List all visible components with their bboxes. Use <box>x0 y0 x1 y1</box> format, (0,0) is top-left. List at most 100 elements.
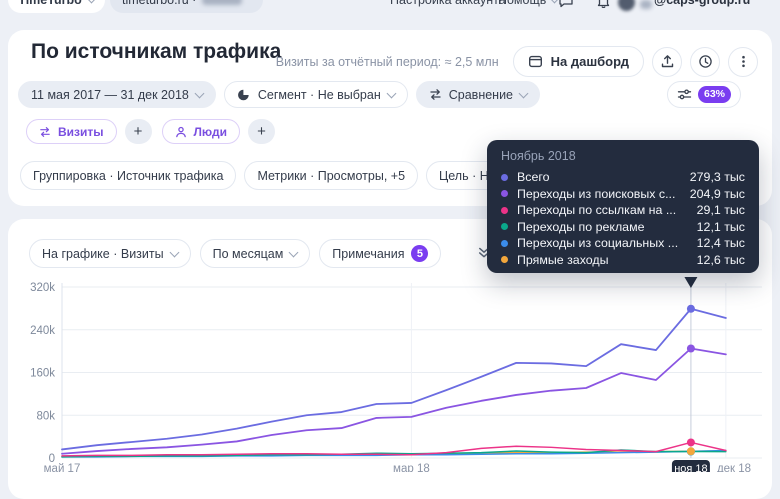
series-dot-links <box>501 207 508 214</box>
compare-selector[interactable]: Сравнение <box>416 81 540 108</box>
bell-icon[interactable] <box>596 0 611 8</box>
export-button[interactable] <box>652 47 682 77</box>
history-button[interactable] <box>690 47 720 77</box>
metrics-label: Метрики · Просмотры, +5 <box>257 169 405 183</box>
period-visits-note: Визиты за отчётный период: ≈ 2,5 млн <box>276 55 499 69</box>
visits-icon <box>39 126 51 138</box>
tooltip-row: Переходы из поисковых с... 204,9 тыс <box>501 186 745 203</box>
chevron-down-icon <box>86 0 96 3</box>
chevron-down-icon <box>169 247 179 257</box>
sampling-badge: 63% <box>698 86 731 103</box>
grouping-label: Группировка · Источник трафика <box>33 169 223 183</box>
svg-text:май 17: май 17 <box>44 463 81 472</box>
clock-icon <box>698 54 713 69</box>
series-value: 12,1 тыс <box>697 220 745 234</box>
sliders-icon <box>677 87 692 102</box>
series-dot-search <box>501 190 508 197</box>
counter-domain: timeturbo.ru · <box>122 0 196 7</box>
tab-visits-label: Визиты <box>58 125 104 139</box>
chevron-down-icon <box>519 88 529 98</box>
tooltip-row: Переходы по ссылкам на ... 29,1 тыс <box>501 202 745 219</box>
chevron-down-icon <box>386 88 396 98</box>
segment-selector[interactable]: Сегмент · Не выбран <box>224 81 408 108</box>
person-icon <box>175 126 187 138</box>
tab-people[interactable]: Люди <box>162 119 241 144</box>
chart-tooltip: Ноябрь 2018 Всего 279,3 тыс Переходы из … <box>487 140 759 273</box>
series-dot-ads <box>501 223 508 230</box>
series-label: Переходы по рекламе <box>517 220 689 234</box>
notes-count-badge: 5 <box>411 245 428 262</box>
series-label: Прямые заходы <box>517 253 689 267</box>
chevron-down-icon <box>289 247 299 257</box>
svg-text:320k: 320k <box>30 282 55 294</box>
counter-switcher-pill[interactable]: TimeTurbo <box>8 0 105 13</box>
tooltip-title: Ноябрь 2018 <box>501 148 745 164</box>
svg-text:240k: 240k <box>30 325 55 337</box>
traffic-line-chart[interactable]: 320k240k160k80k0май 17мар 18ноя 18дек 18 <box>0 275 780 472</box>
compare-arrows-icon <box>429 88 442 101</box>
series-label: Переходы по ссылкам на ... <box>517 203 689 217</box>
date-range-picker[interactable]: 11 мая 2017 — 31 дек 2018 <box>18 81 216 108</box>
dashboard-icon <box>528 54 543 69</box>
series-label: Переходы из поисковых с... <box>517 187 682 201</box>
to-dashboard-button[interactable]: На дашборд <box>513 46 644 77</box>
series-dot-social <box>501 240 508 247</box>
series-value: 279,3 тыс <box>690 170 745 184</box>
tooltip-row: Переходы по рекламе 12,1 тыс <box>501 219 745 236</box>
chart-controls-row: На графике · Визиты По месяцам Примечани… <box>29 239 441 268</box>
account-email[interactable]: @caps-group.ru <box>654 0 750 7</box>
help-label: Помощь <box>498 0 546 7</box>
tab-visits[interactable]: Визиты <box>26 119 117 144</box>
series-dot-total <box>501 174 508 181</box>
svg-text:ноя 18: ноя 18 <box>674 463 707 472</box>
granularity-label: По месяцам <box>213 247 284 261</box>
pie-segment-icon <box>237 88 251 102</box>
chevron-down-icon <box>194 88 204 98</box>
grouping-chip[interactable]: Группировка · Источник трафика <box>20 161 236 190</box>
tooltip-row: Всего 279,3 тыс <box>501 169 745 186</box>
series-value: 204,9 тыс <box>690 187 745 201</box>
series-dot-direct <box>501 256 508 263</box>
segment-label: Сегмент · Не выбран <box>258 88 381 102</box>
email-username-redacted <box>640 0 652 9</box>
svg-text:80k: 80k <box>36 410 55 422</box>
filters-row: 11 мая 2017 — 31 дек 2018 Сегмент · Не в… <box>18 81 540 108</box>
on-chart-label: На графике · Визиты <box>42 247 164 261</box>
upload-icon <box>660 54 675 69</box>
avatar[interactable] <box>618 0 635 11</box>
counter-id-redacted <box>202 0 242 5</box>
date-range-label: 11 мая 2017 — 31 дек 2018 <box>31 88 189 102</box>
series-label: Переходы из социальных ... <box>517 236 689 250</box>
to-dashboard-label: На дашборд <box>551 54 629 69</box>
notes-toggle[interactable]: Примечания 5 <box>319 239 441 268</box>
account-settings-link[interactable]: Настройка аккаунта <box>390 0 506 7</box>
granularity-selector[interactable]: По месяцам <box>200 239 311 268</box>
tab-people-label: Люди <box>194 125 228 139</box>
svg-text:дек 18: дек 18 <box>717 463 751 472</box>
add-visits-metric-button[interactable]: + <box>125 119 152 144</box>
tooltip-row: Прямые заходы 12,6 тыс <box>501 252 745 269</box>
counter-domain-pill[interactable]: timeturbo.ru · <box>110 0 263 13</box>
svg-text:мар 18: мар 18 <box>393 463 430 472</box>
series-value: 12,6 тыс <box>697 253 745 267</box>
help-menu[interactable]: Помощь <box>498 0 558 7</box>
notes-label: Примечания <box>332 247 404 261</box>
kebab-icon <box>736 54 751 69</box>
page-title: По источникам трафика <box>31 40 281 64</box>
series-label: Всего <box>517 170 682 184</box>
metric-tabs-row: Визиты + Люди + <box>26 119 275 144</box>
sampling-settings[interactable]: 63% <box>667 81 741 108</box>
topbar: TimeTurbo timeturbo.ru · Настройка аккау… <box>0 0 780 16</box>
metrics-chip[interactable]: Метрики · Просмотры, +5 <box>244 161 418 190</box>
series-value: 29,1 тыс <box>697 203 745 217</box>
svg-text:160k: 160k <box>30 368 55 380</box>
tooltip-row: Переходы из социальных ... 12,4 тыс <box>501 235 745 252</box>
more-menu-button[interactable] <box>728 47 758 77</box>
app-name: TimeTurbo <box>18 0 81 7</box>
series-value: 12,4 тыс <box>697 236 745 250</box>
header-actions: Визиты за отчётный период: ≈ 2,5 млн На … <box>276 46 758 77</box>
add-people-metric-button[interactable]: + <box>248 119 275 144</box>
compare-label: Сравнение <box>449 88 513 102</box>
chat-icon[interactable] <box>558 0 574 9</box>
on-chart-selector[interactable]: На графике · Визиты <box>29 239 191 268</box>
